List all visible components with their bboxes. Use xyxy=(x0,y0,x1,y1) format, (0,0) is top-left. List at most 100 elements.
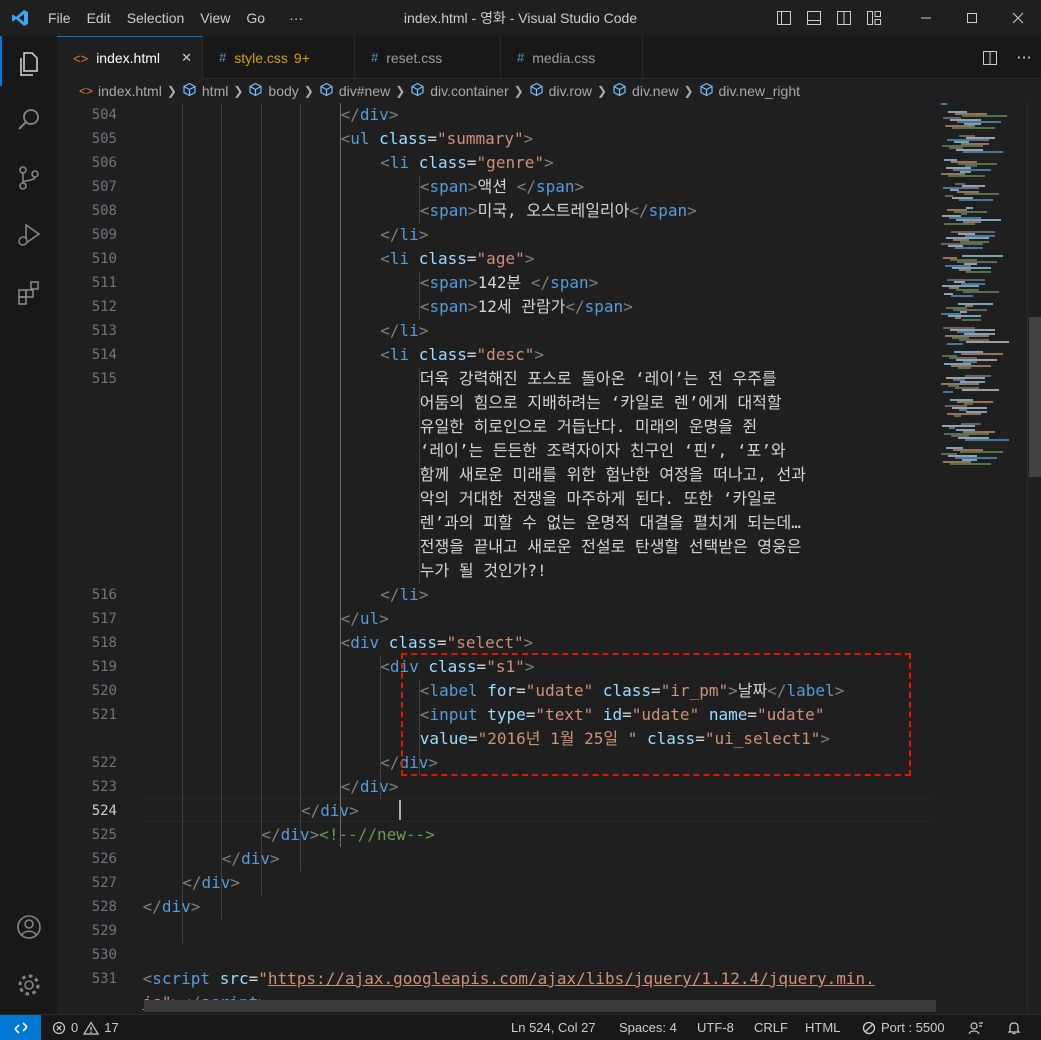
problems-indicator[interactable]: 0 17 xyxy=(52,1015,119,1040)
code-line[interactable]: <div class="select"> xyxy=(341,631,534,655)
live-server-port[interactable]: Port : 5500 xyxy=(862,1015,945,1040)
minimap-line xyxy=(947,279,985,281)
indentation[interactable]: Spaces: 4 xyxy=(619,1015,677,1040)
line-number xyxy=(57,391,117,415)
code-line[interactable]: </div> xyxy=(222,847,280,871)
breadcrumb-item[interactable]: div.container xyxy=(410,82,509,100)
code-line[interactable]: </li> xyxy=(380,319,428,343)
horizontal-scrollbar-thumb[interactable] xyxy=(144,1000,936,1012)
code-line[interactable]: 어둠의 힘으로 지배하려는 ‘카일로 렌’에게 대적할 xyxy=(420,391,782,415)
tab-label: reset.css xyxy=(386,49,443,66)
code-line[interactable]: </div> xyxy=(143,895,201,919)
code-line[interactable]: <span>미국, 오스트레일리아</span> xyxy=(420,199,697,223)
code-line[interactable]: </li> xyxy=(380,223,428,247)
code-line[interactable]: <span>액션 </span> xyxy=(420,175,584,199)
remote-indicator-icon[interactable] xyxy=(0,1015,41,1040)
code-line[interactable]: </ul> xyxy=(341,607,389,631)
breadcrumb-item[interactable]: div.new_right xyxy=(699,82,800,100)
close-window-icon[interactable] xyxy=(995,0,1041,36)
code-line[interactable]: <span>12세 관람가</span> xyxy=(420,295,633,319)
code-line[interactable]: <ul class="summary"> xyxy=(341,127,534,151)
cursor-position[interactable]: Ln 524, Col 27 xyxy=(511,1015,596,1040)
breadcrumb-item[interactable]: div.new xyxy=(612,82,678,100)
element-cube-icon xyxy=(182,82,197,100)
search-icon[interactable] xyxy=(0,95,57,145)
code-line[interactable]: </div> xyxy=(182,871,240,895)
element-cube-icon xyxy=(612,82,627,100)
source-control-icon[interactable] xyxy=(0,153,57,203)
menu-view[interactable]: View xyxy=(192,0,238,36)
code-line[interactable]: <span>142분 </span> xyxy=(420,271,599,295)
extensions-icon[interactable] xyxy=(0,268,57,318)
split-editor-icon[interactable] xyxy=(973,40,1007,76)
code-line[interactable]: 렌’과의 피할 수 없는 운명적 대결을 펼치게 되는데… xyxy=(420,511,801,535)
code-area[interactable]: </div> <ul class="summary"> <li class="gen… xyxy=(143,103,937,1014)
code-line[interactable]: 악의 거대한 전쟁을 마주하게 된다. 또한 ‘카일로 xyxy=(420,487,777,511)
close-tab-icon[interactable]: ✕ xyxy=(181,50,192,66)
vertical-scrollbar-thumb[interactable] xyxy=(1029,317,1041,477)
code-line[interactable]: 누가 될 것인가?! xyxy=(420,559,547,583)
code-line[interactable]: 전쟁을 끝내고 새로운 전설로 탄생할 선택받은 영웅은 xyxy=(420,535,802,559)
code-line[interactable]: </div> xyxy=(341,775,399,799)
warning-count: 17 xyxy=(104,1020,119,1035)
explorer-icon[interactable] xyxy=(0,39,57,89)
css-file-icon: # xyxy=(517,50,525,65)
minimap-line xyxy=(947,413,981,415)
code-line[interactable]: 유일한 히로인으로 거듭난다. 미래의 운명을 쥔 xyxy=(420,415,757,439)
minimap-line xyxy=(941,103,947,105)
code-line[interactable]: </div><!--//new--> xyxy=(261,823,434,847)
minimap-line xyxy=(962,389,999,391)
tab-reset-css[interactable]: # reset.css xyxy=(355,36,501,79)
toggle-secondary-sidebar-icon[interactable] xyxy=(829,0,859,36)
minimap-line xyxy=(955,317,961,319)
settings-gear-icon[interactable] xyxy=(0,960,57,1010)
notifications-bell-icon[interactable] xyxy=(1006,1015,1022,1040)
breadcrumb-item[interactable]: div.row xyxy=(529,82,592,100)
menu-file[interactable]: File xyxy=(40,0,79,36)
breadcrumb-item[interactable]: div#new xyxy=(319,82,390,100)
breadcrumb-item[interactable]: html xyxy=(182,82,228,100)
more-actions-icon[interactable]: ··· xyxy=(1007,40,1041,76)
tab-style-css[interactable]: # style.css 9+ xyxy=(203,36,355,79)
line-number xyxy=(57,415,117,439)
menu-go[interactable]: Go xyxy=(238,0,273,36)
breadcrumb-item[interactable]: <> index.html xyxy=(79,83,162,99)
code-line[interactable]: </li> xyxy=(380,583,428,607)
code-line[interactable]: </div> xyxy=(301,799,359,823)
minimap-line xyxy=(961,353,1003,355)
encoding[interactable]: UTF-8 xyxy=(697,1015,734,1040)
language-mode[interactable]: HTML xyxy=(805,1015,840,1040)
code-line[interactable]: ‘레이’는 든든한 조력자이자 친구인 ‘핀’, ‘포’와 xyxy=(420,439,786,463)
line-number: 513 xyxy=(91,323,117,339)
code-editor[interactable]: 504 505 506 507 508 509 510 511 512 513 514 515 516 5… xyxy=(57,103,937,1014)
vertical-scrollbar[interactable] xyxy=(1027,103,1041,1014)
menu-more[interactable]: ··· xyxy=(273,0,311,36)
end-of-line[interactable]: CRLF xyxy=(754,1015,788,1040)
minimize-icon[interactable] xyxy=(903,0,949,36)
horizontal-scrollbar[interactable] xyxy=(144,1000,936,1012)
minimap[interactable] xyxy=(937,103,1027,1014)
error-count: 0 xyxy=(71,1020,79,1035)
toggle-primary-sidebar-icon[interactable] xyxy=(769,0,799,36)
menu-selection[interactable]: Selection xyxy=(119,0,193,36)
tab-index-html[interactable]: <> index.html ✕ xyxy=(57,36,203,79)
menu-edit[interactable]: Edit xyxy=(79,0,119,36)
maximize-icon[interactable] xyxy=(949,0,995,36)
element-cube-icon xyxy=(699,82,714,100)
feedback-icon[interactable] xyxy=(968,1015,984,1040)
customize-layout-icon[interactable] xyxy=(859,0,889,36)
toggle-panel-icon[interactable] xyxy=(799,0,829,36)
code-line[interactable]: </div> xyxy=(341,103,399,127)
breadcrumb-item[interactable]: body xyxy=(248,82,299,100)
code-line[interactable]: 함께 새로운 미래를 위한 험난한 여정을 떠나고, 선과 xyxy=(420,463,806,487)
code-line[interactable]: <li class="desc"> xyxy=(380,343,544,367)
run-debug-icon[interactable] xyxy=(0,210,57,260)
code-line[interactable]: <script src="https://ajax.googleapis.com… xyxy=(143,967,875,991)
editor-tabs: <> index.html ✕ # style.css 9+ # reset.c… xyxy=(57,36,1041,79)
accounts-icon[interactable] xyxy=(0,902,57,952)
tab-media-css[interactable]: # media.css xyxy=(501,36,643,79)
code-line[interactable]: 더욱 강력해진 포스로 돌아온 ‘레이’는 전 우주를 xyxy=(420,367,777,391)
minimap-line xyxy=(962,319,981,321)
code-line[interactable]: <li class="age"> xyxy=(380,247,534,271)
code-line[interactable]: <li class="genre"> xyxy=(380,151,553,175)
